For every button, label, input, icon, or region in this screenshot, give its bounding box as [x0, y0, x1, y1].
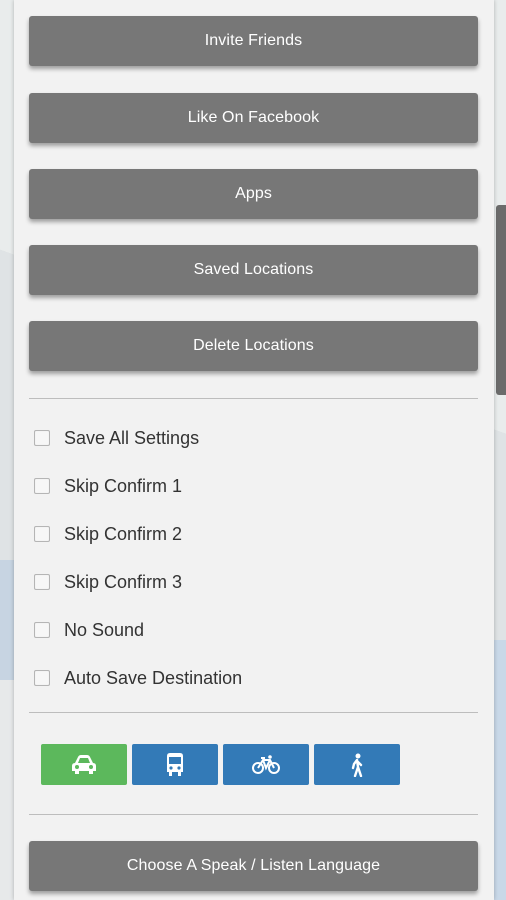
bicycle-icon	[252, 754, 280, 774]
checkbox-square[interactable]	[34, 574, 50, 590]
skip-confirm-1-checkbox[interactable]: Skip Confirm 1	[34, 472, 182, 500]
checkbox-square[interactable]	[34, 478, 50, 494]
invite-friends-button[interactable]: Invite Friends	[29, 16, 478, 66]
saved-locations-button[interactable]: Saved Locations	[29, 245, 478, 295]
walking-mode-button[interactable]	[314, 744, 400, 785]
car-mode-button[interactable]	[41, 744, 127, 785]
checkbox-square[interactable]	[34, 622, 50, 638]
delete-locations-button[interactable]: Delete Locations	[29, 321, 478, 371]
checkbox-square[interactable]	[34, 430, 50, 446]
apps-button[interactable]: Apps	[29, 169, 478, 219]
car-icon	[72, 754, 96, 774]
checkbox-label: Skip Confirm 2	[64, 523, 183, 544]
checkbox-label: Skip Confirm 3	[64, 571, 183, 592]
skip-confirm-2-checkbox[interactable]: Skip Confirm 2	[34, 520, 182, 548]
checkbox-label: No Sound	[64, 619, 145, 640]
like-on-facebook-button[interactable]: Like On Facebook	[29, 93, 478, 143]
checkbox-square[interactable]	[34, 670, 50, 686]
save-all-settings-checkbox[interactable]: Save All Settings	[34, 424, 199, 452]
divider	[29, 814, 478, 815]
divider	[29, 712, 478, 713]
bus-mode-button[interactable]	[132, 744, 218, 785]
bicycle-mode-button[interactable]	[223, 744, 309, 785]
bus-icon	[167, 752, 183, 776]
drawer-scroll-handle[interactable]	[496, 205, 506, 395]
divider	[29, 398, 478, 399]
checkbox-label: Save All Settings	[64, 427, 200, 448]
skip-confirm-3-checkbox[interactable]: Skip Confirm 3	[34, 568, 182, 596]
walking-icon	[351, 753, 363, 777]
auto-save-destination-checkbox[interactable]: Auto Save Destination	[34, 664, 242, 692]
settings-drawer: Invite Friends Like On Facebook Apps Sav…	[14, 0, 494, 900]
checkbox-label: Auto Save Destination	[64, 667, 243, 688]
checkbox-square[interactable]	[34, 526, 50, 542]
map-water-left	[0, 560, 14, 680]
checkbox-label: Skip Confirm 1	[64, 475, 183, 496]
no-sound-checkbox[interactable]: No Sound	[34, 616, 144, 644]
map-water-right	[494, 640, 506, 900]
choose-language-button[interactable]: Choose A Speak / Listen Language	[29, 841, 478, 891]
